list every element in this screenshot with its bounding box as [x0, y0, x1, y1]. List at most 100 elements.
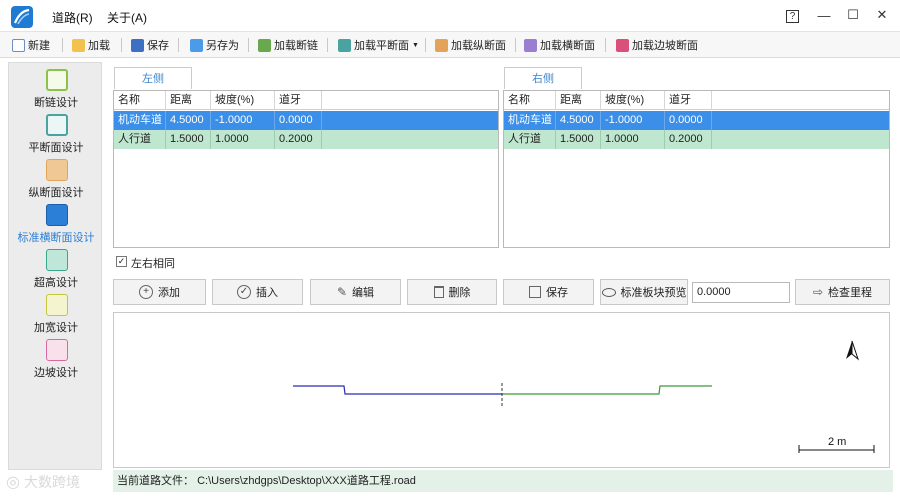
insert-label: 插入 — [256, 287, 278, 299]
dropdown-arrow-icon[interactable]: ▼ — [412, 42, 419, 49]
load-chain-break-button[interactable]: 加载断链 — [258, 36, 318, 54]
sidebar-item-plan-section[interactable]: 平断面设计 — [9, 112, 103, 157]
save-toolbar-button[interactable]: 保存 — [131, 36, 169, 54]
column-header[interactable]: 距离 — [166, 91, 211, 110]
sidebar-item-label: 超高设计 — [34, 277, 78, 289]
load-label: 加载 — [88, 40, 110, 52]
same-both-sides-checkbox[interactable]: ✓ — [116, 256, 127, 267]
sidebar-item-slope[interactable]: 边坡设计 — [9, 337, 103, 382]
plus-icon: + — [139, 285, 153, 299]
sidebar-item-label: 加宽设计 — [34, 322, 78, 334]
check-mileage-button[interactable]: ⇨ 检查里程 — [795, 279, 890, 305]
new-label: 新建 — [28, 40, 50, 52]
cross-section-canvas[interactable]: 2 m — [113, 312, 890, 468]
chain-break-icon — [46, 69, 68, 91]
column-header[interactable]: 坡度(%) — [211, 91, 275, 110]
cell-curb[interactable]: 0.2000 — [665, 130, 712, 149]
cell-slope[interactable]: 1.0000 — [601, 130, 665, 149]
menu-about[interactable]: 关于(A) — [107, 9, 147, 26]
sidebar-item-profile-section[interactable]: 纵断面设计 — [9, 157, 103, 202]
watermark-logo-icon: ◎ — [6, 474, 20, 491]
save-as-button[interactable]: 另存为 — [190, 36, 239, 54]
load-button[interactable]: 加载 — [72, 36, 110, 54]
load-slope-section-label: 加载边坡断面 — [632, 40, 698, 52]
cell-distance[interactable]: 4.5000 — [166, 111, 211, 130]
same-both-sides-label: 左右相同 — [131, 258, 175, 270]
trash-icon — [433, 286, 444, 298]
cell-slope[interactable]: 1.0000 — [211, 130, 275, 149]
column-header[interactable]: 坡度(%) — [601, 91, 665, 110]
preview-label: 标准板块预览 — [620, 287, 687, 299]
sidebar-item-label: 标准横断面设计 — [17, 232, 95, 244]
cell-distance[interactable]: 1.5000 — [556, 130, 601, 149]
column-header[interactable]: 名称 — [114, 91, 166, 110]
table-row[interactable]: 机动车道 4.5000 -1.0000 0.0000 — [114, 111, 498, 130]
minimize-button[interactable]: — — [816, 7, 832, 23]
delete-label: 删除 — [448, 287, 471, 299]
table-row[interactable]: 人行道 1.5000 1.0000 0.2000 — [114, 130, 498, 149]
load-plan-section-button[interactable]: 加载平断面 ▼ — [338, 36, 419, 54]
insert-button[interactable]: ✓ 插入 — [212, 279, 303, 305]
cell-slope[interactable]: -1.0000 — [601, 111, 665, 130]
new-file-icon — [12, 38, 25, 52]
slope-section-icon — [616, 38, 629, 52]
load-slope-section-button[interactable]: 加载边坡断面 — [616, 36, 698, 54]
sidebar-item-chain-break[interactable]: 断链设计 — [9, 67, 103, 112]
add-button[interactable]: + 添加 — [113, 279, 206, 305]
cell-curb[interactable]: 0.2000 — [275, 130, 322, 149]
title-bar: 道路(R) 关于(A) ? — ☐ ✕ — [0, 0, 900, 32]
cell-name[interactable]: 机动车道 — [114, 111, 166, 130]
right-cross-section-line — [502, 385, 712, 395]
save-button[interactable]: 保存 — [503, 279, 594, 305]
new-button[interactable]: 新建 — [12, 36, 50, 54]
plan-section-icon — [46, 114, 68, 136]
sidebar-item-widening[interactable]: 加宽设计 — [9, 292, 103, 337]
maximize-button[interactable]: ☐ — [845, 7, 861, 23]
cell-curb[interactable]: 0.0000 — [275, 111, 322, 130]
help-button[interactable]: ? — [786, 10, 799, 23]
cross-section-icon — [46, 204, 68, 226]
table-row[interactable]: 人行道 1.5000 1.0000 0.2000 — [504, 130, 889, 149]
cell-name[interactable]: 机动车道 — [504, 111, 556, 130]
close-button[interactable]: ✕ — [874, 7, 890, 23]
cell-name[interactable]: 人行道 — [504, 130, 556, 149]
insert-icon: ✓ — [237, 285, 251, 299]
widening-icon — [46, 294, 68, 316]
save-icon — [131, 38, 144, 52]
table-header: 名称 距离 坡度(%) 道牙 — [504, 91, 889, 110]
current-file-path: C:\Users\zhdgps\Desktop\XXX道路工程.road — [197, 475, 416, 487]
profile-section-icon — [435, 38, 448, 52]
cell-slope[interactable]: -1.0000 — [211, 111, 275, 130]
mileage-input[interactable]: 0.0000 — [692, 282, 790, 303]
column-header[interactable]: 道牙 — [665, 91, 712, 110]
cell-distance[interactable]: 4.5000 — [556, 111, 601, 130]
load-profile-section-button[interactable]: 加载纵断面 — [435, 36, 506, 54]
column-header[interactable]: 道牙 — [275, 91, 322, 110]
cross-section-drawing: 2 m — [293, 340, 875, 453]
edit-button[interactable]: ✎ 编辑 — [310, 279, 401, 305]
save-icon — [529, 286, 541, 298]
scale-label: 2 m — [828, 436, 846, 448]
plan-section-icon — [338, 38, 351, 52]
save-label: 保存 — [147, 40, 169, 52]
tab-right[interactable]: 右侧 — [504, 67, 582, 89]
cross-section-icon — [524, 38, 537, 52]
cell-distance[interactable]: 1.5000 — [166, 130, 211, 149]
save-as-icon — [190, 38, 203, 52]
delete-button[interactable]: 删除 — [407, 279, 497, 305]
sidebar-item-superelevation[interactable]: 超高设计 — [9, 247, 103, 292]
menu-road[interactable]: 道路(R) — [52, 9, 93, 26]
sidebar: 断链设计 平断面设计 纵断面设计 标准横断面设计 超高设计 加宽设计 边坡设计 — [8, 62, 102, 470]
load-cross-section-button[interactable]: 加载横断面 — [524, 36, 595, 54]
preview-button[interactable]: 标准板块预览 — [600, 279, 688, 305]
tab-left[interactable]: 左侧 — [114, 67, 192, 89]
column-header[interactable]: 名称 — [504, 91, 556, 110]
column-header[interactable]: 距离 — [556, 91, 601, 110]
cell-name[interactable]: 人行道 — [114, 130, 166, 149]
profile-section-icon — [46, 159, 68, 181]
table-row[interactable]: 机动车道 4.5000 -1.0000 0.0000 — [504, 111, 889, 130]
cell-curb[interactable]: 0.0000 — [665, 111, 712, 130]
right-section-table: 名称 距离 坡度(%) 道牙 机动车道 4.5000 -1.0000 0.000… — [503, 90, 890, 248]
sidebar-item-cross-section[interactable]: 标准横断面设计 — [9, 202, 103, 247]
chain-break-icon — [258, 38, 271, 52]
